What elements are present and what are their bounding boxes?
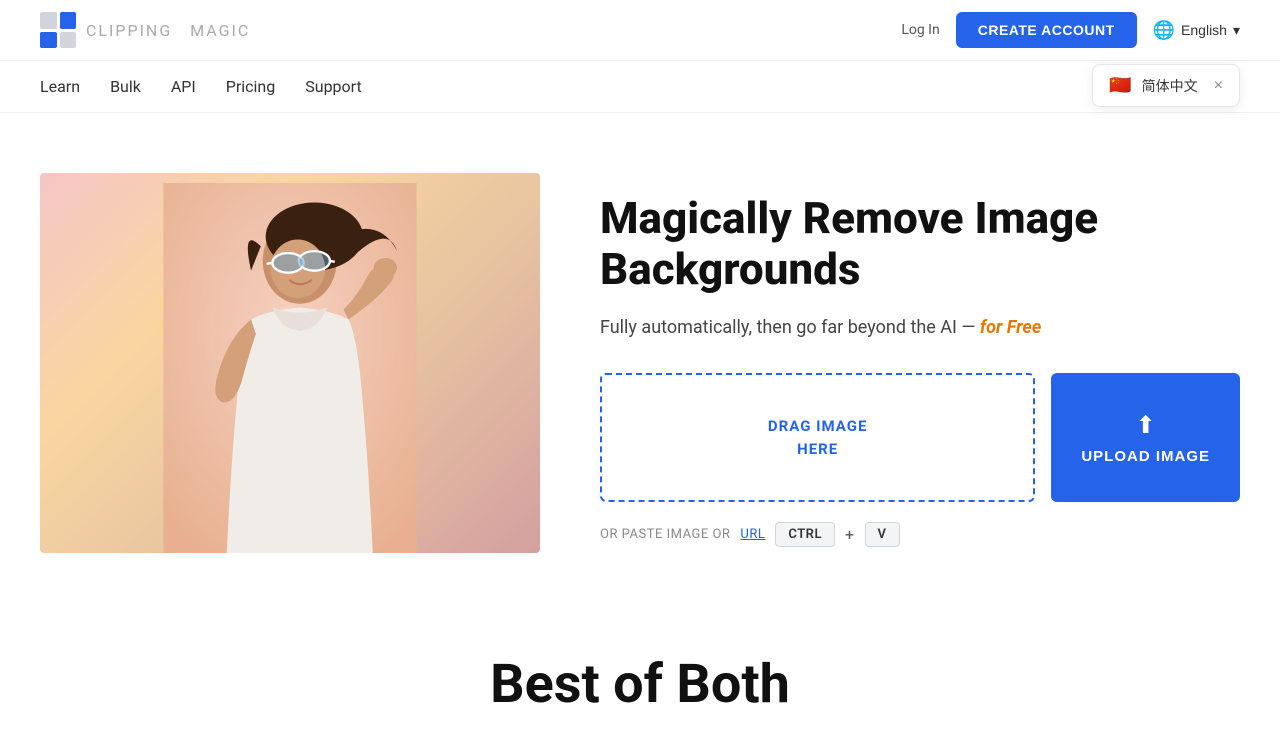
drag-image-box[interactable]: DRAG IMAGEHERE: [600, 373, 1035, 502]
paste-text: OR PASTE IMAGE OR: [600, 527, 730, 542]
hero-title: Magically Remove Image Backgrounds: [600, 193, 1240, 294]
upload-label: UPLOAD IMAGE: [1081, 448, 1210, 465]
hero-content: Magically Remove Image Backgrounds Fully…: [600, 173, 1240, 547]
nav-item-api[interactable]: API: [171, 69, 196, 104]
logo-sq-br: [60, 32, 77, 49]
best-of-both-section: Best of Both: [0, 593, 1280, 736]
subtitle-free: for Free: [980, 317, 1041, 338]
nav-item-pricing[interactable]: Pricing: [226, 69, 276, 104]
best-of-both-title: Best of Both: [40, 653, 1240, 716]
person-illustration: [160, 183, 420, 553]
paste-area: OR PASTE IMAGE OR URL CTRL + V: [600, 522, 1240, 547]
logo-sub: MAGIC: [190, 21, 250, 40]
header: CLIPPING MAGIC Log In CREATE ACCOUNT 🌐 E…: [0, 0, 1280, 61]
url-link[interactable]: URL: [740, 527, 765, 542]
plus-sign: +: [845, 525, 855, 544]
nav-item-learn[interactable]: Learn: [40, 69, 80, 104]
flag-icon: 🇨🇳: [1109, 75, 1131, 96]
drag-label: DRAG IMAGEHERE: [768, 415, 868, 460]
login-link[interactable]: Log In: [901, 22, 939, 38]
logo[interactable]: CLIPPING MAGIC: [40, 12, 250, 48]
hero-subtitle: Fully automatically, then go far beyond …: [600, 314, 1240, 341]
logo-text: CLIPPING MAGIC: [86, 21, 250, 40]
create-account-button[interactable]: CREATE ACCOUNT: [956, 12, 1137, 48]
language-button[interactable]: 🌐 English ▾: [1153, 20, 1240, 41]
header-right: Log In CREATE ACCOUNT 🌐 English ▾: [901, 12, 1240, 48]
upload-area: DRAG IMAGEHERE ⬆ UPLOAD IMAGE: [600, 373, 1240, 502]
logo-sq-bl: [40, 32, 57, 49]
ctrl-key: CTRL: [775, 522, 835, 547]
nav-item-bulk[interactable]: Bulk: [110, 69, 141, 104]
logo-icon: [40, 12, 76, 48]
lang-option[interactable]: 简体中文: [1142, 76, 1198, 96]
upload-image-button[interactable]: ⬆ UPLOAD IMAGE: [1051, 373, 1240, 502]
logo-brand: CLIPPING: [86, 21, 172, 40]
main-section: Magically Remove Image Backgrounds Fully…: [0, 113, 1280, 593]
upload-icon: ⬆: [1136, 411, 1156, 440]
hero-image-area: [40, 173, 540, 553]
globe-icon: 🌐: [1153, 20, 1175, 41]
language-dropdown: 🇨🇳 简体中文 ×: [1092, 64, 1240, 107]
v-key: V: [865, 522, 900, 547]
subtitle-pre: Fully automatically, then go far beyond …: [600, 317, 980, 338]
hero-image: [40, 173, 540, 553]
language-label: English: [1181, 22, 1227, 38]
navigation: Learn Bulk API Pricing Support: [0, 61, 1280, 113]
logo-sq-tr: [60, 12, 77, 29]
close-dropdown-button[interactable]: ×: [1214, 77, 1223, 95]
logo-sq-tl: [40, 12, 57, 29]
nav-item-support[interactable]: Support: [305, 69, 361, 104]
chevron-down-icon: ▾: [1233, 22, 1240, 39]
